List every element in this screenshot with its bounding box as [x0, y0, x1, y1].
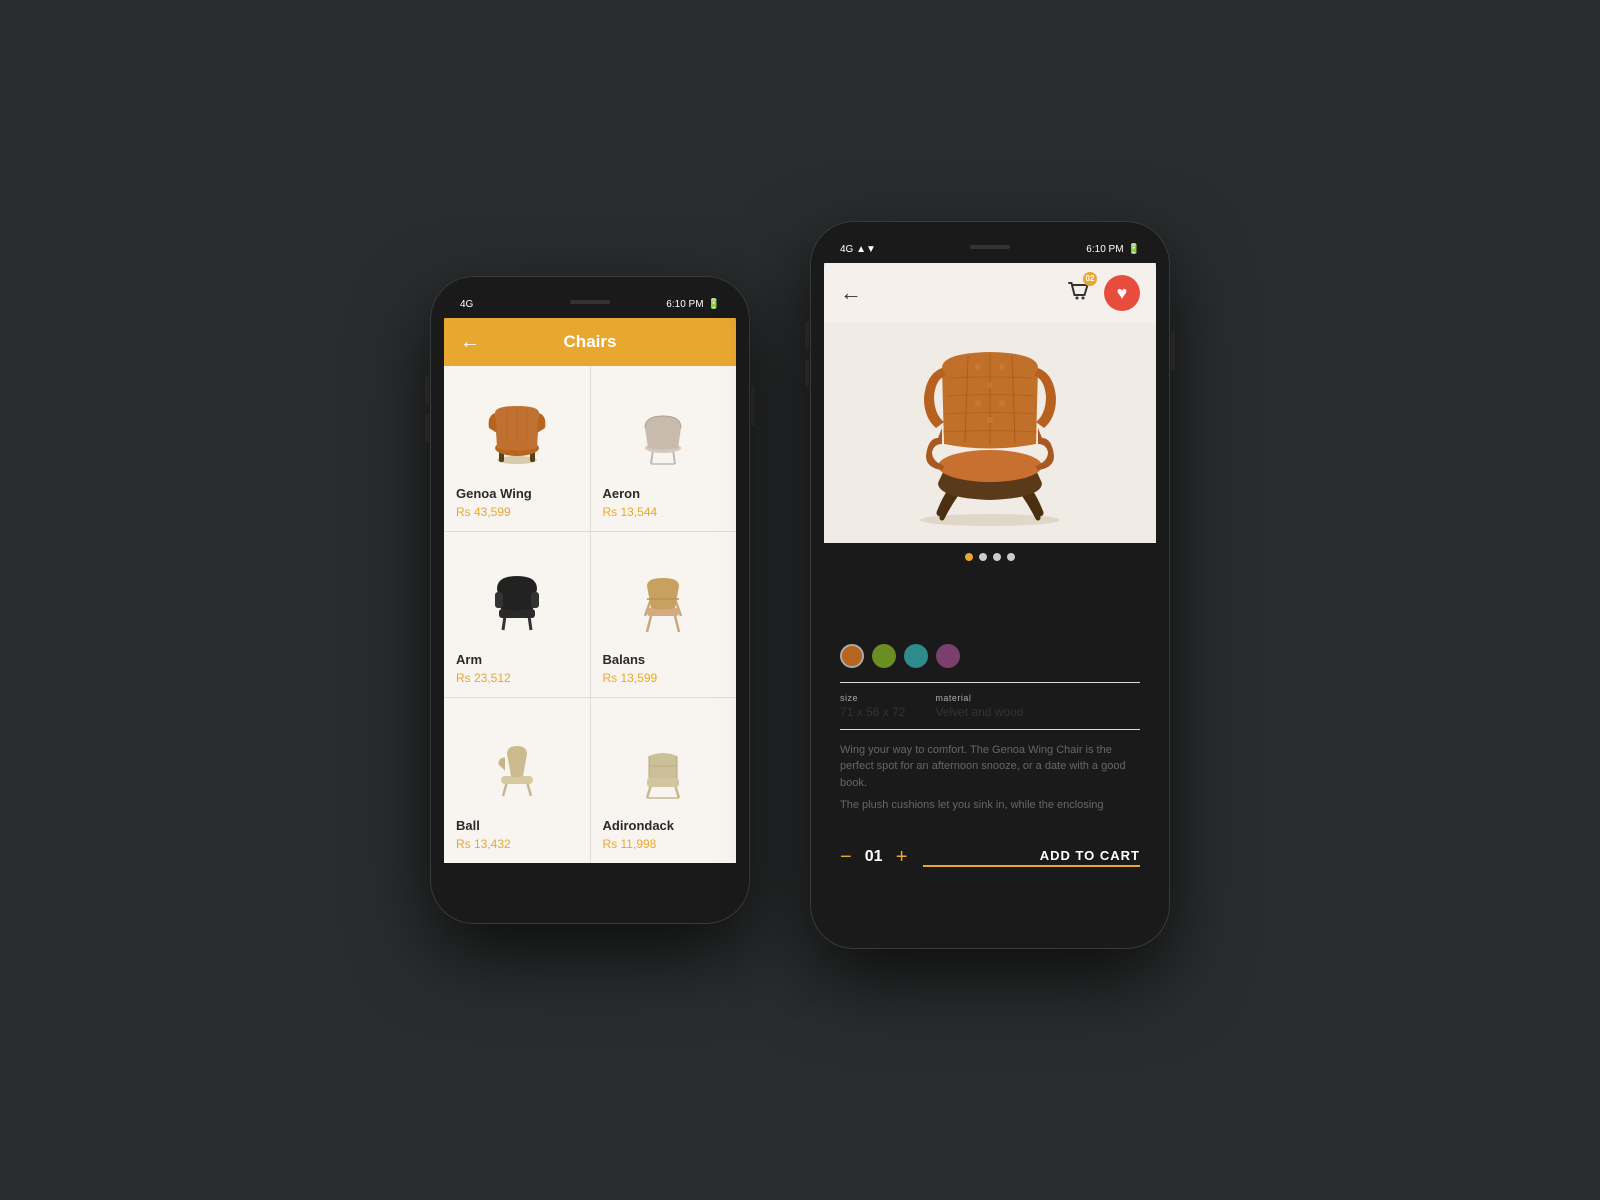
chair-price: Rs 23,512: [456, 671, 511, 685]
list-title: Chairs: [564, 332, 617, 352]
product-title-row: GenoaWing Chair Rs 13,599: [840, 583, 1140, 630]
material-spec: material Velvet and wood: [935, 693, 1023, 719]
color-swatch-purple[interactable]: [936, 644, 960, 668]
detail-back-button[interactable]: ←: [840, 280, 862, 306]
favorites-button[interactable]: ♥: [1104, 275, 1140, 311]
list-phone: 4G 6:10 PM 🔋 ← Chairs: [430, 276, 750, 924]
decrease-quantity-button[interactable]: −: [840, 846, 852, 869]
product-image: [824, 323, 1156, 543]
size-value: 71 x 56 x 72: [840, 705, 905, 719]
product-footer: − 01 + ADD TO CART: [824, 832, 1156, 883]
chair-name: Balans: [603, 652, 646, 667]
dot-3[interactable]: [993, 553, 1001, 561]
color-swatches: [840, 644, 1140, 668]
quantity-value: 01: [864, 848, 884, 866]
battery-icon: 🔋: [708, 299, 720, 310]
dot-2[interactable]: [979, 553, 987, 561]
product-info: GenoaWing Chair Rs 13,599 size 71 x 56 x…: [824, 571, 1156, 832]
size-label: size: [840, 693, 905, 703]
list-item[interactable]: Balans Rs 13,599: [591, 532, 737, 697]
color-swatch-green[interactable]: [872, 644, 896, 668]
quantity-control: − 01 +: [840, 846, 907, 869]
chair-price: Rs 13,432: [456, 837, 511, 851]
list-item[interactable]: Aeron Rs 13,544: [591, 366, 737, 531]
chair-price: Rs 13,599: [603, 671, 658, 685]
list-back-button[interactable]: ←: [460, 331, 480, 354]
list-item[interactable]: Genoa Wing Rs 43,599: [444, 366, 590, 531]
list-item[interactable]: Adirondack Rs 11,998: [591, 698, 737, 863]
product-name: GenoaWing Chair: [840, 583, 935, 630]
description-2: The plush cushions let you sink in, whil…: [840, 797, 1140, 814]
material-value: Velvet and wood: [935, 705, 1023, 719]
header-icons: 02 ♥: [1064, 275, 1140, 311]
list-screen: 4G 6:10 PM 🔋 ← Chairs: [444, 290, 736, 910]
color-swatch-teal[interactable]: [904, 644, 928, 668]
description-1: Wing your way to comfort. The Genoa Wing…: [840, 742, 1140, 792]
list-status-bar: 4G 6:10 PM 🔋: [444, 290, 736, 318]
chair-name: Adirondack: [603, 818, 675, 833]
increase-quantity-button[interactable]: +: [896, 846, 908, 869]
chair-name: Aeron: [603, 486, 641, 501]
product-price: Rs 13,599: [1071, 583, 1140, 600]
size-spec: size 71 x 56 x 72: [840, 693, 905, 719]
list-header: ← Chairs: [444, 318, 736, 366]
chair-name: Arm: [456, 652, 482, 667]
cart-count: 02: [1083, 272, 1097, 286]
detail-phone: 4G ▲▼ 6:10 PM 🔋 ← 02: [810, 221, 1170, 949]
list-item[interactable]: Arm Rs 23,512: [444, 532, 590, 697]
signal-text: 4G ▲▼: [840, 244, 876, 255]
signal-text: 4G: [460, 299, 473, 310]
add-to-cart-button[interactable]: ADD TO CART: [923, 848, 1140, 867]
chair-grid: Genoa Wing Rs 43,599: [444, 366, 736, 863]
time-text: 6:10 PM: [1086, 244, 1123, 255]
dot-1[interactable]: [965, 553, 973, 561]
chair-name: Genoa Wing: [456, 486, 532, 501]
list-item[interactable]: Ball Rs 13,432: [444, 698, 590, 863]
detail-header: ← 02 ♥: [824, 263, 1156, 323]
battery-icon: 🔋: [1128, 244, 1140, 255]
detail-status-bar: 4G ▲▼ 6:10 PM 🔋: [824, 235, 1156, 263]
detail-screen: 4G ▲▼ 6:10 PM 🔋 ← 02: [824, 235, 1156, 935]
chair-price: Rs 13,544: [603, 505, 658, 519]
image-dots: [824, 543, 1156, 571]
chair-price: Rs 11,998: [603, 837, 657, 851]
color-swatch-brown[interactable]: [840, 644, 864, 668]
chair-name: Ball: [456, 818, 480, 833]
chair-price: Rs 43,599: [456, 505, 511, 519]
specs-row: size 71 x 56 x 72 material Velvet and wo…: [840, 682, 1140, 730]
material-label: material: [935, 693, 1023, 703]
time-text: 6:10 PM: [666, 299, 703, 310]
cart-button[interactable]: 02: [1064, 277, 1092, 310]
dot-4[interactable]: [1007, 553, 1015, 561]
